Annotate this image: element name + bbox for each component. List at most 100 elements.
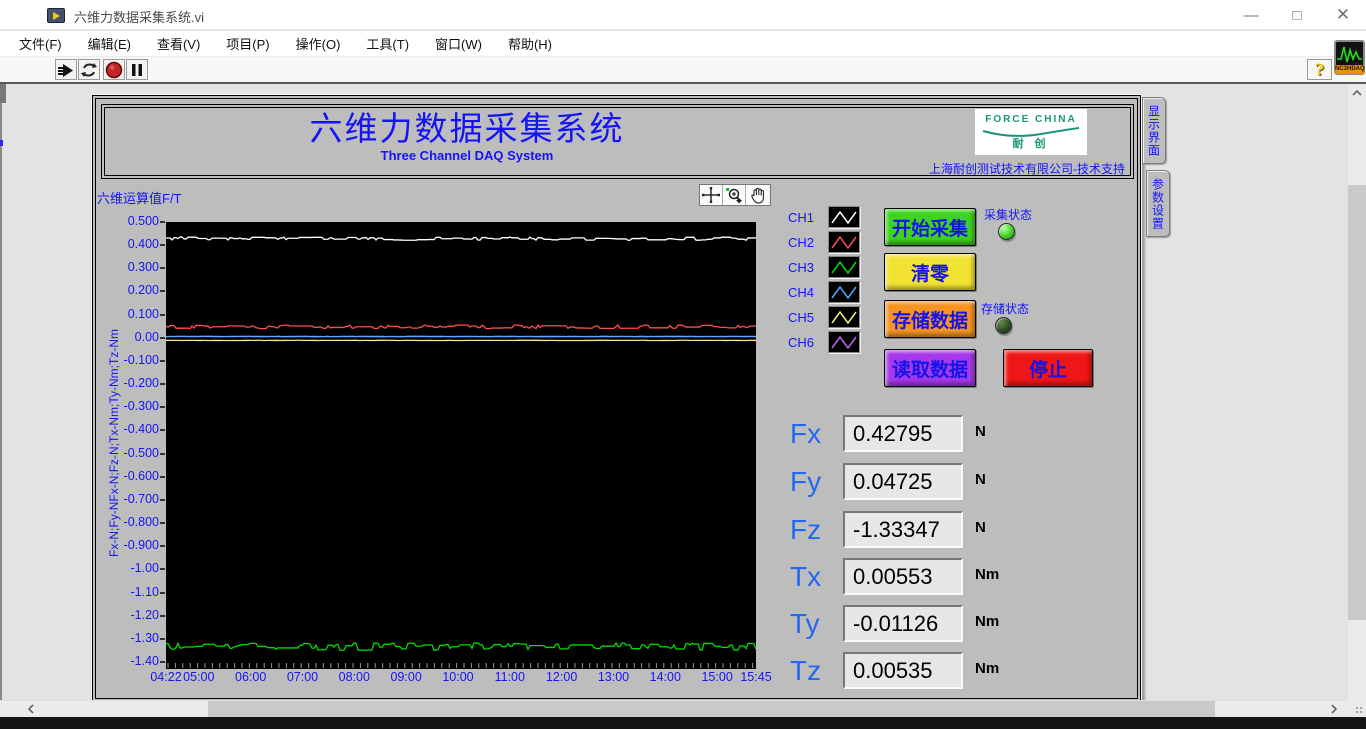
chart-plot-area[interactable] bbox=[165, 222, 757, 669]
menu-item-5[interactable]: 工具(T) bbox=[357, 31, 418, 56]
y-tick-mark bbox=[160, 336, 165, 339]
legend-row-CH1[interactable]: CH1 bbox=[788, 206, 860, 228]
legend-swatch[interactable] bbox=[828, 206, 860, 228]
vi-icon[interactable]: NC3HDAQ bbox=[1334, 40, 1365, 75]
y-tick-mark bbox=[160, 383, 165, 386]
tab-params-label: 参数设置 bbox=[1150, 177, 1165, 230]
legend-swatch[interactable] bbox=[828, 281, 860, 303]
zoom-tool-button[interactable] bbox=[723, 185, 746, 205]
y-tick-label: -0.400 bbox=[123, 422, 159, 437]
readout-unit: Nm bbox=[975, 566, 1000, 583]
legend-row-CH5[interactable]: CH5 bbox=[788, 306, 860, 328]
readout-unit: Nm bbox=[975, 613, 1000, 630]
company-logo: FORCE CHINA 耐 创 bbox=[975, 109, 1087, 155]
readout-value[interactable]: 0.00535 bbox=[843, 652, 963, 689]
readout-label: Fz bbox=[790, 514, 822, 545]
horizontal-scrollbar-thumb[interactable] bbox=[208, 701, 1215, 717]
y-tick-label: -0.500 bbox=[123, 445, 159, 460]
scroll-left-icon[interactable] bbox=[22, 701, 40, 717]
y-tick-mark bbox=[160, 545, 165, 548]
tab-parameter-settings[interactable]: 参数设置 bbox=[1146, 170, 1170, 237]
legend-swatch[interactable] bbox=[828, 306, 860, 328]
logo-text-en: FORCE CHINA bbox=[985, 114, 1077, 125]
chart-traces bbox=[165, 236, 757, 668]
stop-button[interactable]: 停止 bbox=[1003, 349, 1093, 387]
y-tick-mark bbox=[160, 614, 165, 617]
store-status-label: 存储状态 bbox=[981, 302, 1030, 316]
horizontal-scrollbar[interactable] bbox=[0, 700, 1348, 717]
y-tick-label: -1.30 bbox=[130, 630, 160, 645]
menu-item-7[interactable]: 帮助(H) bbox=[499, 31, 561, 56]
context-help-button[interactable]: ? bbox=[1307, 59, 1332, 80]
legend-row-CH4[interactable]: CH4 bbox=[788, 281, 860, 303]
legend-swatch[interactable] bbox=[828, 331, 860, 353]
menu-item-3[interactable]: 项目(P) bbox=[217, 31, 278, 56]
legend-label: CH4 bbox=[788, 284, 815, 300]
vertical-scrollbar-thumb[interactable] bbox=[1348, 185, 1366, 620]
vertical-scrollbar[interactable] bbox=[1348, 84, 1366, 717]
store-data-button[interactable]: 存储数据 bbox=[884, 300, 976, 338]
y-tick-label: 0.400 bbox=[127, 237, 159, 252]
start-acquire-button[interactable]: 开始采集 bbox=[884, 208, 976, 246]
hand-icon bbox=[750, 187, 764, 204]
vi-file-icon bbox=[47, 8, 65, 23]
title-bar: 六维力数据采集系统.vi — □ ✕ bbox=[0, 0, 1366, 30]
y-tick-mark bbox=[160, 661, 165, 663]
y-tick-mark bbox=[160, 522, 165, 525]
menu-item-2[interactable]: 查看(V) bbox=[148, 31, 209, 56]
scroll-right-icon[interactable] bbox=[1325, 701, 1343, 717]
store-status-led bbox=[995, 317, 1012, 334]
graph-palette bbox=[699, 184, 771, 206]
y-tick-label: -1.20 bbox=[130, 607, 160, 622]
maximize-button[interactable]: □ bbox=[1274, 0, 1320, 30]
bottom-bar bbox=[0, 717, 1366, 729]
abort-button[interactable] bbox=[103, 59, 125, 80]
chart-legend: CH1 CH2 CH3 CH4 CH5 CH6 bbox=[788, 206, 860, 356]
cursor-tool-button[interactable] bbox=[700, 185, 723, 205]
readout-unit: N bbox=[975, 519, 986, 536]
legend-row-CH6[interactable]: CH6 bbox=[788, 331, 860, 353]
readout-value[interactable]: 0.00553 bbox=[843, 558, 963, 595]
readout-label: Tx bbox=[790, 561, 822, 592]
readout-value[interactable]: 0.04725 bbox=[843, 463, 963, 500]
y-tick-label: -0.100 bbox=[123, 352, 159, 367]
y-tick-label: -0.900 bbox=[123, 538, 159, 553]
y-tick-label: -1.40 bbox=[130, 654, 160, 668]
readout-value[interactable]: 0.42795 bbox=[843, 415, 963, 452]
y-tick-label: 0.500 bbox=[127, 214, 159, 228]
tab-display-interface[interactable]: 显示界面 bbox=[1142, 97, 1166, 164]
y-tick-label: 0.00 bbox=[134, 329, 159, 344]
menu-item-6[interactable]: 窗口(W) bbox=[426, 31, 491, 56]
readout-label: Fx bbox=[790, 418, 822, 449]
pan-tool-button[interactable] bbox=[746, 185, 769, 205]
run-continuously-button[interactable] bbox=[78, 59, 100, 80]
readout-unit: Nm bbox=[975, 660, 1000, 677]
run-button[interactable] bbox=[55, 59, 77, 80]
toolbar: ? bbox=[0, 57, 1366, 84]
trace-CH3 bbox=[166, 641, 757, 652]
x-tick-label: 12:00 bbox=[545, 670, 578, 684]
scroll-up-icon[interactable] bbox=[1348, 86, 1366, 100]
pause-button[interactable] bbox=[126, 59, 148, 80]
legend-row-CH3[interactable]: CH3 bbox=[788, 256, 860, 278]
run-icon bbox=[58, 63, 73, 77]
menu-item-0[interactable]: 文件(F) bbox=[10, 31, 71, 56]
y-tick-mark bbox=[160, 637, 165, 640]
read-data-button[interactable]: 读取数据 bbox=[884, 349, 976, 387]
x-tick-label: 14:00 bbox=[649, 670, 681, 684]
window-left-edge bbox=[0, 84, 2, 717]
zero-button[interactable]: 清零 bbox=[884, 253, 976, 291]
menu-item-1[interactable]: 编辑(E) bbox=[79, 31, 140, 56]
legend-swatch[interactable] bbox=[828, 231, 860, 253]
menu-item-4[interactable]: 操作(O) bbox=[287, 31, 350, 56]
close-button[interactable]: ✕ bbox=[1320, 0, 1366, 30]
legend-row-CH2[interactable]: CH2 bbox=[788, 231, 860, 253]
y-tick-mark bbox=[160, 290, 165, 293]
readout-value[interactable]: -1.33347 bbox=[843, 511, 963, 548]
readout-value[interactable]: -0.01126 bbox=[843, 605, 963, 642]
system-subtitle: Three Channel DAQ System bbox=[380, 148, 554, 163]
resize-grip[interactable] bbox=[1348, 700, 1366, 717]
minimize-button[interactable]: — bbox=[1228, 0, 1274, 30]
y-tick-label: 0.200 bbox=[127, 283, 159, 298]
legend-swatch[interactable] bbox=[828, 256, 860, 278]
